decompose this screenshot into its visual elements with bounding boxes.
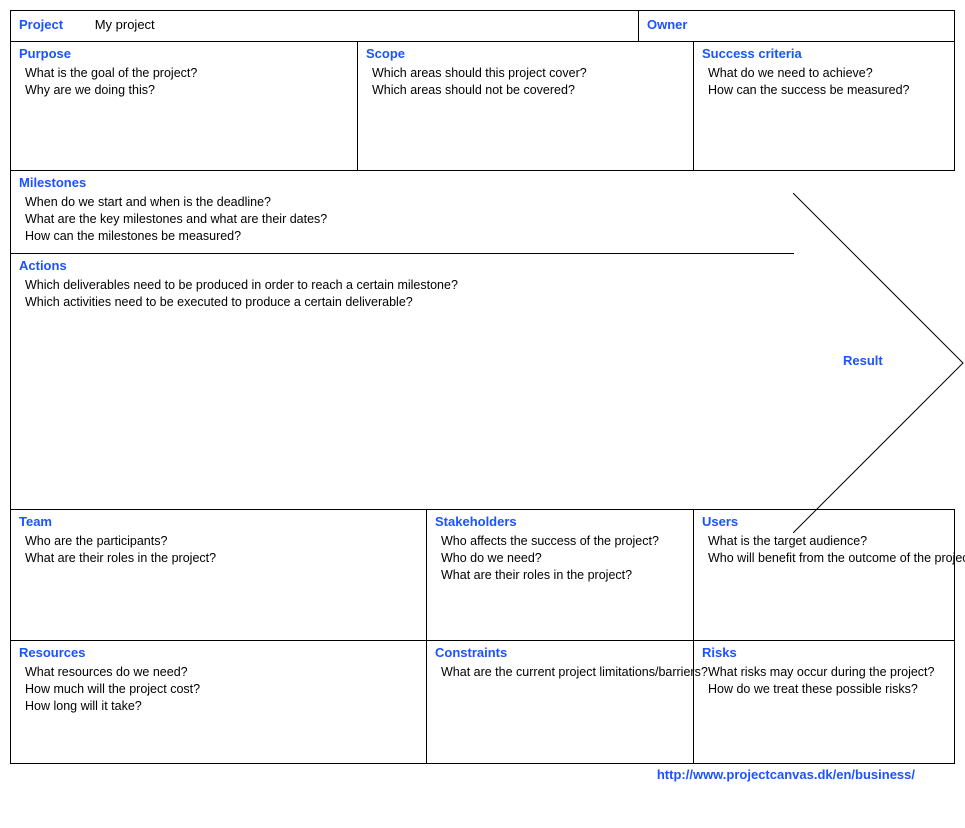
purpose-line: What is the goal of the project? — [25, 65, 349, 82]
team-cell: Team Who are the participants? What are … — [10, 509, 427, 641]
scope-lines: Which areas should this project cover? W… — [366, 65, 685, 99]
risks-line: How do we treat these possible risks? — [708, 681, 946, 698]
project-canvas: Project My project Owner Purpose What is… — [10, 10, 955, 782]
milestones-heading: Milestones — [19, 175, 786, 190]
success-lines: What do we need to achieve? How can the … — [702, 65, 946, 99]
scope-cell: Scope Which areas should this project co… — [357, 41, 694, 171]
header-project-cell: Project My project — [10, 10, 639, 42]
resources-line: How much will the project cost? — [25, 681, 418, 698]
actions-heading: Actions — [19, 258, 786, 273]
resources-line: What resources do we need? — [25, 664, 418, 681]
purpose-line: Why are we doing this? — [25, 82, 349, 99]
stakeholders-lines: Who affects the success of the project? … — [435, 533, 685, 584]
project-name: My project — [95, 17, 155, 32]
team-heading: Team — [19, 514, 418, 529]
purpose-cell: Purpose What is the goal of the project?… — [10, 41, 358, 171]
risks-lines: What risks may occur during the project?… — [702, 664, 946, 698]
resources-lines: What resources do we need? How much will… — [19, 664, 418, 715]
risks-cell: Risks What risks may occur during the pr… — [693, 640, 955, 764]
users-line: What is the target audience? — [708, 533, 946, 550]
scope-line: Which areas should not be covered? — [372, 82, 685, 99]
stakeholders-cell: Stakeholders Who affects the success of … — [426, 509, 694, 641]
scope-heading: Scope — [366, 46, 685, 61]
constraints-line: What are the current project limitations… — [441, 664, 685, 681]
users-heading: Users — [702, 514, 946, 529]
success-line: What do we need to achieve? — [708, 65, 946, 82]
success-cell: Success criteria What do we need to achi… — [693, 41, 955, 171]
constraints-lines: What are the current project limitations… — [435, 664, 685, 681]
purpose-heading: Purpose — [19, 46, 349, 61]
resources-cell: Resources What resources do we need? How… — [10, 640, 427, 764]
stakeholders-line: What are their roles in the project? — [441, 567, 685, 584]
result-heading: Result — [843, 353, 883, 368]
milestones-line: When do we start and when is the deadlin… — [25, 194, 786, 211]
risks-heading: Risks — [702, 645, 946, 660]
actions-lines: Which deliverables need to be produced i… — [19, 277, 786, 311]
success-heading: Success criteria — [702, 46, 946, 61]
actions-line: Which deliverables need to be produced i… — [25, 277, 786, 294]
team-line: Who are the participants? — [25, 533, 418, 550]
milestones-cell: Milestones When do we start and when is … — [10, 170, 794, 254]
project-label: Project — [19, 17, 91, 32]
users-cell: Users What is the target audience? Who w… — [693, 509, 955, 641]
resources-line: How long will it take? — [25, 698, 418, 715]
stakeholders-line: Who affects the success of the project? — [441, 533, 685, 550]
header-owner-cell: Owner — [638, 10, 955, 42]
constraints-cell: Constraints What are the current project… — [426, 640, 694, 764]
constraints-heading: Constraints — [435, 645, 685, 660]
users-line: Who will benefit from the outcome of the… — [708, 550, 946, 567]
milestones-lines: When do we start and when is the deadlin… — [19, 194, 786, 245]
purpose-lines: What is the goal of the project? Why are… — [19, 65, 349, 99]
users-lines: What is the target audience? Who will be… — [702, 533, 946, 567]
resources-heading: Resources — [19, 645, 418, 660]
actions-cell: Actions Which deliverables need to be pr… — [10, 253, 794, 510]
owner-label: Owner — [647, 15, 687, 32]
milestones-line: What are the key milestones and what are… — [25, 211, 786, 228]
team-lines: Who are the participants? What are their… — [19, 533, 418, 567]
milestones-line: How can the milestones be measured? — [25, 228, 786, 245]
stakeholders-line: Who do we need? — [441, 550, 685, 567]
stakeholders-heading: Stakeholders — [435, 514, 685, 529]
scope-line: Which areas should this project cover? — [372, 65, 685, 82]
success-line: How can the success be measured? — [708, 82, 946, 99]
risks-line: What risks may occur during the project? — [708, 664, 946, 681]
actions-line: Which activities need to be executed to … — [25, 294, 786, 311]
footer-url[interactable]: http://www.projectcanvas.dk/en/business/ — [10, 763, 955, 782]
team-line: What are their roles in the project? — [25, 550, 418, 567]
